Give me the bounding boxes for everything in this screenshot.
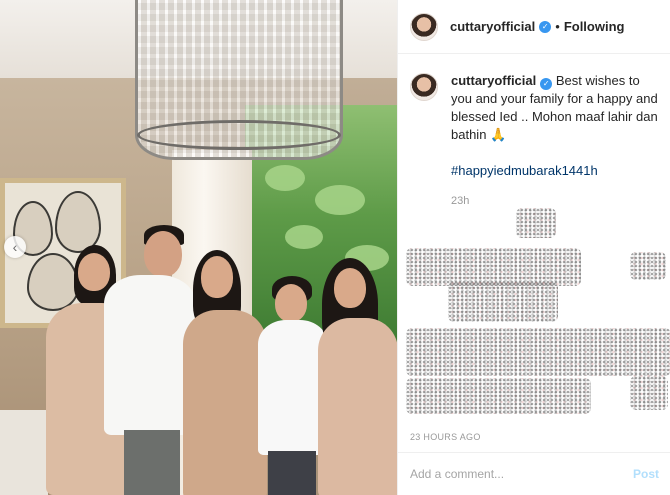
verified-badge-icon: ✓ bbox=[539, 20, 552, 33]
pixelated-comment bbox=[630, 376, 668, 410]
pixelated-comment bbox=[406, 328, 670, 376]
pixelated-comment bbox=[630, 252, 666, 280]
pixelated-comment bbox=[516, 208, 556, 238]
post-timestamp[interactable]: 23 HOURS AGO bbox=[410, 432, 481, 442]
comment-input[interactable] bbox=[410, 467, 633, 481]
comment-box: Post bbox=[398, 452, 670, 495]
post-caption: cuttaryofficial ✓ Best wishes to you and … bbox=[398, 54, 670, 210]
pixelated-comment bbox=[406, 248, 581, 286]
verified-badge-icon: ✓ bbox=[540, 78, 553, 90]
caption-avatar[interactable] bbox=[410, 73, 438, 101]
avatar[interactable] bbox=[410, 12, 438, 41]
caption-text-block: cuttaryofficial ✓ Best wishes to you and … bbox=[451, 72, 658, 210]
post-sidebar: cuttaryofficial ✓ • Following cuttaryoff… bbox=[397, 0, 670, 495]
previous-photo-button[interactable]: ‹ bbox=[4, 236, 26, 258]
photo-chandelier-ring bbox=[137, 120, 341, 150]
following-button[interactable]: Following bbox=[564, 19, 625, 34]
chevron-left-icon: ‹ bbox=[12, 239, 18, 255]
praying-hands-emoji: 🙏 bbox=[490, 127, 507, 142]
post-header: cuttaryofficial ✓ • Following bbox=[398, 0, 670, 54]
pixelated-comment bbox=[406, 378, 591, 414]
photo-side-table bbox=[0, 410, 48, 495]
pixelated-comments bbox=[398, 200, 670, 425]
post-comment-button[interactable]: Post bbox=[633, 467, 659, 481]
pixelated-comment bbox=[448, 282, 558, 322]
post-photo[interactable]: ‹ bbox=[0, 0, 397, 495]
caption-username[interactable]: cuttaryofficial bbox=[451, 73, 536, 88]
header-separator: • bbox=[555, 19, 560, 34]
caption-hashtag[interactable]: #happyiedmubarak1441h bbox=[451, 162, 658, 180]
header-username[interactable]: cuttaryofficial bbox=[450, 19, 535, 34]
